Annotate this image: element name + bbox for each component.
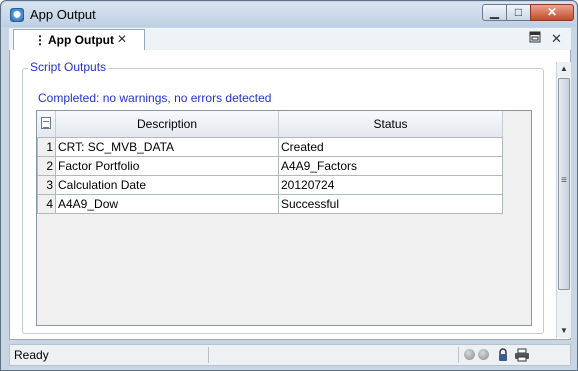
title-bar[interactable]: App Output ▁ □ ✕ xyxy=(2,2,576,27)
table-header-row: Description Status xyxy=(37,111,503,138)
status-divider xyxy=(208,347,209,363)
vertical-scrollbar[interactable]: ▲ ≡ ▼ xyxy=(556,62,571,338)
row-number: 4 xyxy=(37,194,56,214)
maximize-button[interactable]: □ xyxy=(506,4,531,21)
description-cell[interactable]: Factor Portfolio xyxy=(55,156,279,176)
scrollbar-thumb[interactable]: ≡ xyxy=(558,78,570,290)
tab-label: App Output xyxy=(48,33,114,47)
tab-close-icon[interactable]: ✕ xyxy=(117,32,127,46)
table-row[interactable]: 4 A4A9_Dow Successful xyxy=(37,194,503,214)
table-row[interactable]: 2 Factor Portfolio A4A9_Factors xyxy=(37,156,503,176)
content-area: Script Outputs Completed: no warnings, n… xyxy=(9,50,571,340)
tab-app-output[interactable]: ⋮ App Output ✕ xyxy=(13,29,145,50)
restore-panel-icon[interactable] xyxy=(529,31,541,46)
app-output-window: App Output ▁ □ ✕ ⋮ App Output ✕ ✕ Script… xyxy=(0,0,578,371)
status-cell[interactable]: Created xyxy=(278,137,503,157)
scroll-up-arrow-icon[interactable]: ▲ xyxy=(557,62,571,76)
status-cell[interactable]: A4A9_Factors xyxy=(278,156,503,176)
status-message: Completed: no warnings, no errors detect… xyxy=(38,91,272,105)
lock-icon[interactable] xyxy=(498,348,508,362)
scroll-down-arrow-icon[interactable]: ▼ xyxy=(557,324,571,338)
document-icon xyxy=(41,116,52,129)
row-number: 3 xyxy=(37,175,56,195)
app-icon xyxy=(10,8,24,22)
panel-close-icon[interactable]: ✕ xyxy=(551,31,562,47)
description-cell[interactable]: CRT: SC_MVB_DATA xyxy=(55,137,279,157)
column-header-status[interactable]: Status xyxy=(278,111,503,138)
row-number: 2 xyxy=(37,156,56,176)
status-text: Ready xyxy=(14,348,49,362)
indicator-light-icon xyxy=(478,349,489,360)
status-divider xyxy=(458,347,459,363)
grip-icon: ≡ xyxy=(561,175,567,186)
status-bar: Ready xyxy=(9,344,571,366)
window-close-button[interactable]: ✕ xyxy=(530,4,574,21)
column-header-description[interactable]: Description xyxy=(55,111,279,138)
drag-grip-icon[interactable]: ⋮ xyxy=(34,33,46,47)
tab-strip: ⋮ App Output ✕ ✕ xyxy=(9,28,571,51)
minimize-button[interactable]: ▁ xyxy=(482,4,507,21)
row-header-corner[interactable] xyxy=(37,111,56,138)
table-row[interactable]: 1 CRT: SC_MVB_DATA Created xyxy=(37,137,503,157)
status-cell[interactable]: Successful xyxy=(278,194,503,214)
description-cell[interactable]: A4A9_Dow xyxy=(55,194,279,214)
window-title: App Output xyxy=(30,7,96,22)
group-title: Script Outputs xyxy=(28,60,109,74)
table-row[interactable]: 3 Calculation Date 20120724 xyxy=(37,175,503,195)
description-cell[interactable]: Calculation Date xyxy=(55,175,279,195)
outputs-table: Description Status 1 CRT: SC_MVB_DATA Cr… xyxy=(36,110,532,326)
indicator-light-icon xyxy=(464,349,475,360)
printer-icon[interactable] xyxy=(514,348,530,362)
status-cell[interactable]: 20120724 xyxy=(278,175,503,195)
row-number: 1 xyxy=(37,137,56,157)
